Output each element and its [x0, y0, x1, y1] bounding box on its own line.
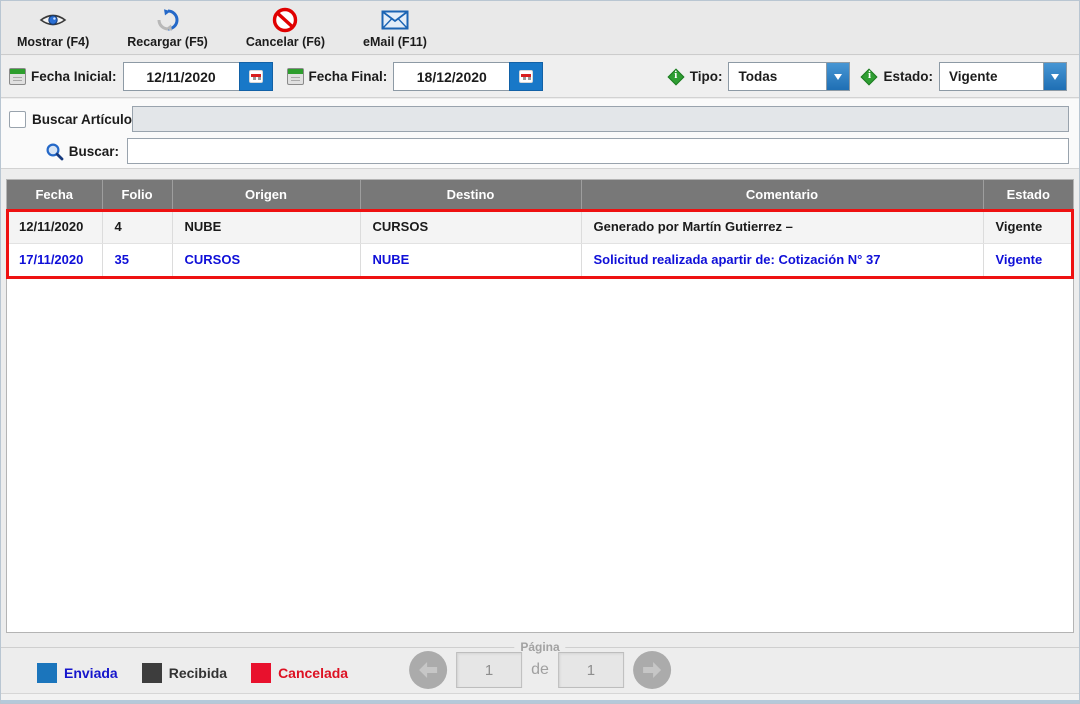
- legend-item-cancelada: Cancelada: [251, 663, 348, 683]
- search-section: Buscar Artículo: Buscar:: [1, 99, 1079, 169]
- email-button[interactable]: eMail (F11): [357, 5, 433, 51]
- cancelada-color-swatch: [251, 663, 271, 683]
- buscar-input[interactable]: [127, 138, 1069, 164]
- table-header: Fecha Folio Origen Destino Comentario Es…: [7, 180, 1073, 210]
- calendar-icon: [287, 68, 304, 85]
- info-diamond-icon: i: [860, 68, 878, 86]
- fecha-inicial-calendar-button[interactable]: [239, 62, 273, 91]
- total-pages-input[interactable]: [558, 652, 624, 688]
- calendar-icon: [519, 70, 533, 83]
- column-header-estado[interactable]: Estado: [983, 180, 1073, 210]
- dropdown-arrow-button[interactable]: [826, 63, 849, 90]
- results-table: Fecha Folio Origen Destino Comentario Es…: [6, 179, 1074, 633]
- window-bottom-border: [1, 693, 1079, 703]
- column-header-comentario[interactable]: Comentario: [581, 180, 983, 210]
- cell-origen: CURSOS: [172, 243, 360, 276]
- cell-folio: 35: [102, 243, 172, 276]
- current-page-input[interactable]: [456, 652, 522, 688]
- buscar-articulo-label: Buscar Artículo:: [32, 112, 124, 127]
- fecha-final-calendar-button[interactable]: [509, 62, 543, 91]
- chevron-down-icon: [834, 74, 842, 80]
- search-icon: [45, 142, 64, 161]
- buscar-label: Buscar:: [69, 144, 119, 159]
- cell-estado: Vigente: [983, 243, 1073, 276]
- cell-estado: Vigente: [983, 210, 1073, 243]
- estado-selected-value: Vigente: [940, 63, 1043, 90]
- legend-label: Cancelada: [278, 665, 348, 681]
- legend-item-enviada: Enviada: [37, 663, 118, 683]
- tipo-selected-value: Todas: [729, 63, 826, 90]
- column-header-folio[interactable]: Folio: [102, 180, 172, 210]
- chevron-down-icon: [1051, 74, 1059, 80]
- fecha-final-label: Fecha Final:: [309, 69, 388, 84]
- calendar-icon: [249, 70, 263, 83]
- enviada-color-swatch: [37, 663, 57, 683]
- tipo-dropdown[interactable]: Todas: [728, 62, 850, 91]
- pagination: de: [409, 651, 671, 689]
- estado-label: Estado:: [883, 69, 933, 84]
- recargar-button[interactable]: Recargar (F5): [121, 5, 214, 51]
- estado-dropdown[interactable]: Vigente: [939, 62, 1067, 91]
- email-icon: [381, 7, 409, 33]
- eye-icon: [38, 7, 68, 33]
- cell-fecha: 17/11/2020: [7, 243, 102, 276]
- next-page-button[interactable]: [633, 651, 671, 689]
- page-separator-label: de: [531, 661, 549, 679]
- cell-destino: NUBE: [360, 243, 581, 276]
- toolbar: Mostrar (F4) Recargar (F5): [1, 1, 1079, 55]
- tipo-label: Tipo:: [690, 69, 723, 84]
- cell-folio: 4: [102, 210, 172, 243]
- table-row[interactable]: 17/11/2020 35 CURSOS NUBE Solicitud real…: [7, 243, 1073, 276]
- arrow-left-icon: [418, 661, 438, 679]
- cancel-icon: [272, 7, 298, 33]
- buscar-articulo-input: [132, 106, 1069, 132]
- buscar-articulo-checkbox[interactable]: [9, 111, 26, 128]
- email-label: eMail (F11): [363, 35, 427, 49]
- cell-comentario: Solicitud realizada apartir de: Cotizaci…: [581, 243, 983, 276]
- filter-row: Fecha Inicial: Fecha Final: i Tipo: Toda…: [1, 56, 1079, 98]
- mostrar-button[interactable]: Mostrar (F4): [11, 5, 95, 51]
- info-diamond-icon: i: [667, 68, 685, 86]
- mostrar-label: Mostrar (F4): [17, 35, 89, 49]
- legend-item-recibida: Recibida: [142, 663, 227, 683]
- cell-comentario: Generado por Martín Gutierrez –: [581, 210, 983, 243]
- footer: Página Enviada Recibida Cancelada: [1, 633, 1079, 695]
- cell-fecha: 12/11/2020: [7, 210, 102, 243]
- column-header-fecha[interactable]: Fecha: [7, 180, 102, 210]
- cell-destino: CURSOS: [360, 210, 581, 243]
- previous-page-button[interactable]: [409, 651, 447, 689]
- cell-origen: NUBE: [172, 210, 360, 243]
- legend-label: Enviada: [64, 665, 118, 681]
- legend-label: Recibida: [169, 665, 227, 681]
- cancelar-label: Cancelar (F6): [246, 35, 325, 49]
- table-row[interactable]: 12/11/2020 4 NUBE CURSOS Generado por Ma…: [7, 210, 1073, 243]
- fecha-final-input[interactable]: [393, 62, 509, 91]
- refresh-icon: [156, 7, 180, 33]
- recibida-color-swatch: [142, 663, 162, 683]
- fecha-inicial-input[interactable]: [123, 62, 239, 91]
- calendar-icon: [9, 68, 26, 85]
- fecha-inicial-label: Fecha Inicial:: [31, 69, 117, 84]
- arrow-right-icon: [642, 661, 662, 679]
- column-header-origen[interactable]: Origen: [172, 180, 360, 210]
- cancelar-button[interactable]: Cancelar (F6): [240, 5, 331, 51]
- column-header-destino[interactable]: Destino: [360, 180, 581, 210]
- app-window: Mostrar (F4) Recargar (F5): [0, 0, 1080, 704]
- legend: Enviada Recibida Cancelada: [37, 663, 348, 683]
- dropdown-arrow-button[interactable]: [1043, 63, 1066, 90]
- recargar-label: Recargar (F5): [127, 35, 208, 49]
